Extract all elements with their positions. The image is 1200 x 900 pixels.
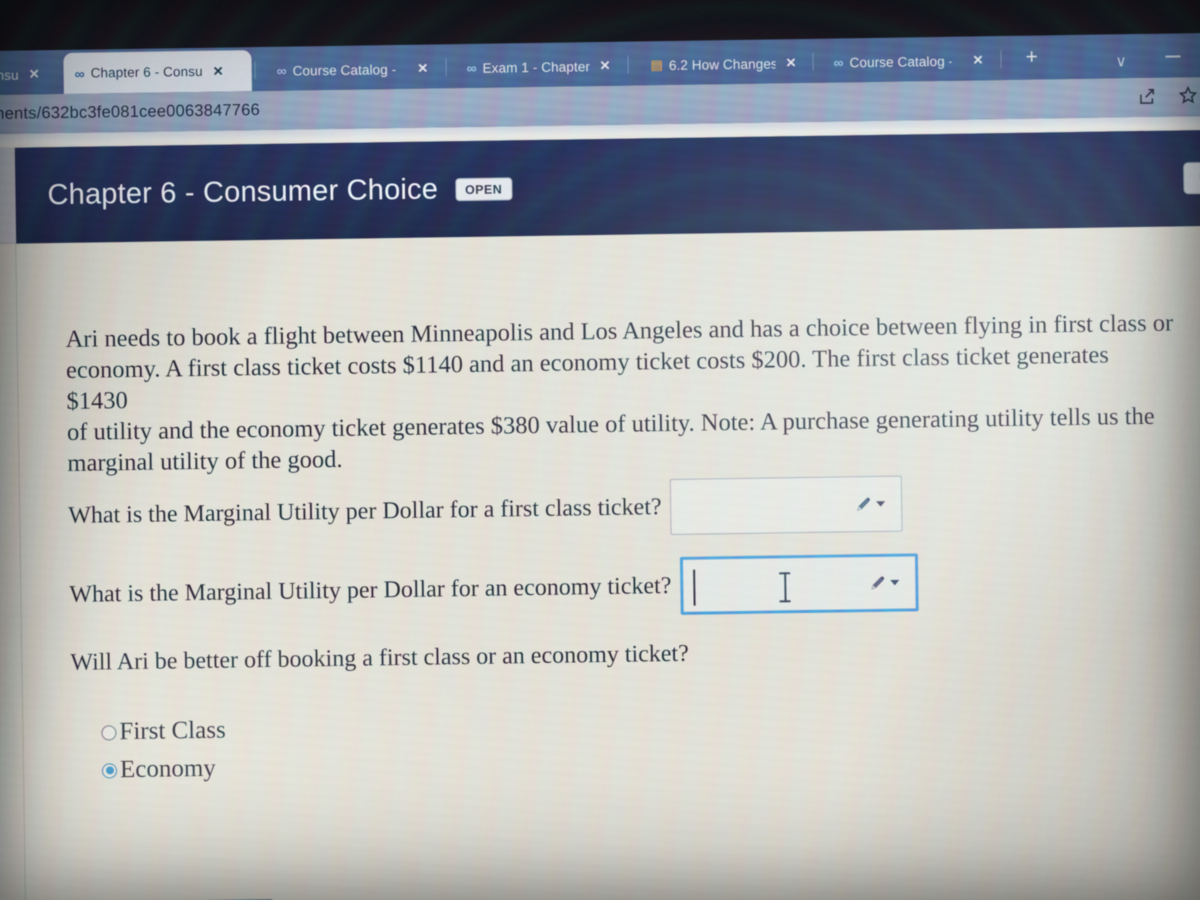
radio-option-economy[interactable]: Economy (101, 754, 217, 785)
sub-question-0: What is the Marginal Utility per Dollar … (68, 475, 903, 544)
status-badge: OPEN (454, 176, 513, 201)
equation-editor-pencil-icon[interactable] (867, 572, 900, 593)
bookmark-star-icon[interactable] (1178, 85, 1198, 110)
radio-option-first-class[interactable]: First Class (101, 717, 226, 747)
radio-icon-selected[interactable] (101, 762, 118, 778)
tab-close-icon[interactable]: ✕ (599, 58, 610, 74)
tab-title: Course Catalog - (292, 61, 397, 79)
tab-title: Course Catalog - (849, 53, 952, 70)
tab-close-icon[interactable]: ✕ (417, 61, 428, 77)
gutter-accent (0, 147, 17, 245)
new-tab-button[interactable]: + (1025, 46, 1038, 69)
tab-close-icon[interactable]: ✕ (785, 55, 796, 71)
tab-title: Exam 1 - Chapter (482, 58, 590, 76)
tab-title: - Consu (0, 67, 19, 83)
browser-tab-2[interactable]: ∞ Course Catalog - ✕ (265, 48, 438, 91)
sub-question-label: What is the Marginal Utility per Dollar … (69, 572, 672, 608)
share-icon[interactable] (1137, 86, 1156, 110)
tab-close-icon[interactable]: ✕ (29, 66, 40, 82)
browser-tab-3[interactable]: ∞ Exam 1 - Chapter ✕ (455, 46, 620, 88)
screen-content: ∞ - Consu ✕ ∞ Chapter 6 - Consu ✕ ∞ Cour… (0, 0, 1200, 900)
assignment-body: Ari needs to book a flight between Minne… (16, 226, 1200, 900)
tab-title: Chapter 6 - Consu (90, 63, 203, 81)
sub-question-1: What is the Marginal Utility per Dollar … (69, 553, 919, 624)
minimize-icon[interactable] (1165, 55, 1181, 58)
lms-page: Chapter 6 - Consumer Choice OPEN La Ari … (0, 129, 1200, 900)
radio-label: Economy (119, 754, 217, 784)
tab-close-icon[interactable]: ✕ (972, 52, 983, 68)
browser-tab-4[interactable]: ▤ 6.2 How Changes ✕ (639, 43, 806, 85)
choice-question-label: Will Ari be better off booking a first c… (70, 640, 689, 676)
answer-input-first-class[interactable] (670, 475, 903, 535)
equation-editor-pencil-icon[interactable] (853, 493, 886, 514)
tab-list-chevron-down-icon[interactable]: ∨ (1115, 52, 1126, 70)
choice-question: Will Ari be better off booking a first c… (70, 641, 689, 677)
radio-icon[interactable] (101, 724, 117, 740)
address-bar-icons (1137, 85, 1198, 111)
infinity-icon: ∞ (466, 59, 476, 76)
mouse-ibeam-cursor (779, 572, 790, 603)
tab-title: 6.2 How Changes (668, 55, 776, 73)
text-caret (693, 569, 696, 606)
infinity-icon: ∞ (276, 62, 286, 79)
page-title: Chapter 6 - Consumer Choice (47, 172, 439, 211)
infinity-icon: ∞ (74, 65, 84, 82)
url-text[interactable]: sments/632bc3fe081cee0063847766 (0, 101, 260, 124)
tab-close-icon[interactable]: ✕ (213, 63, 224, 79)
browser-tab-5[interactable]: ∞ Course Catalog - ✕ (822, 40, 993, 83)
sub-question-label: What is the Marginal Utility per Dollar … (68, 493, 662, 529)
browser-tab-1[interactable]: ∞ Chapter 6 - Consu ✕ (63, 50, 252, 94)
question-prompt: Ari needs to book a flight between Minne… (65, 307, 1177, 479)
infinity-icon: ∞ (833, 54, 843, 71)
book-icon: ▤ (650, 57, 663, 73)
assignment-header: Chapter 6 - Consumer Choice OPEN La (14, 129, 1200, 244)
header-right-button[interactable]: La (1183, 161, 1200, 195)
browser-tab-0[interactable]: ∞ - Consu ✕ (0, 54, 60, 96)
answer-input-economy[interactable] (679, 553, 919, 615)
monitor-photo: ∞ - Consu ✕ ∞ Chapter 6 - Consu ✕ ∞ Cour… (0, 0, 1200, 900)
radio-label: First Class (119, 716, 226, 746)
